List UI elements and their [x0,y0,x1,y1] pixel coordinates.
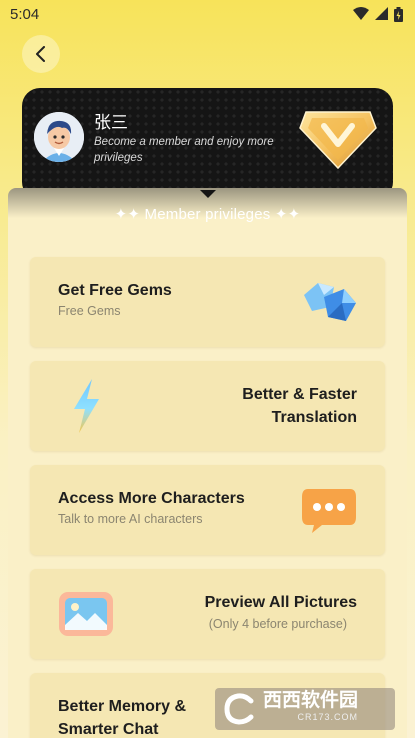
watermark-logo: 西西软件园 CR173.COM [215,688,395,730]
member-card[interactable]: 张三 Become a member and enjoy more privil… [22,88,393,200]
privilege-title: Get Free Gems [58,282,172,299]
privilege-card-gems[interactable]: Get Free Gems Free Gems [30,257,385,347]
privilege-title: Preview All Pictures [204,594,357,611]
watermark-subtext: CR173.COM [297,712,359,722]
avatar[interactable] [34,112,84,162]
user-name: 张三 [94,113,128,132]
privilege-subtitle: (Only 4 before purchase) [208,617,347,631]
watermark-c-icon [224,693,254,725]
privilege-title: Better Memory & Smarter Chat [58,698,187,738]
status-icons [353,6,403,22]
watermark-text: 西西软件园 [263,690,359,711]
card-pointer [200,190,216,198]
battery-icon [394,6,403,22]
privilege-subtitle: Free Gems [58,304,121,318]
wifi-icon [353,7,369,20]
status-bar: 5:04 [0,0,415,28]
privilege-title: Better & Faster Translation [242,386,357,426]
vip-v-badge-icon [299,111,377,170]
member-subtitle: Become a member and enjoy more privilege… [94,136,274,164]
picture-icon [59,592,113,636]
back-button[interactable] [22,35,60,73]
chat-bubble-icon [302,489,356,533]
privilege-card-translation[interactable]: Better & Faster Translation [30,361,385,451]
privilege-card-characters[interactable]: Access More Characters Talk to more AI c… [30,465,385,555]
status-time: 5:04 [10,5,40,23]
privilege-title: Access More Characters [58,490,245,507]
chevron-left-icon [36,46,45,62]
gems-icon [304,283,356,321]
signal-icon [375,7,388,20]
privileges-title: ✦✦ Member privileges ✦✦ [114,206,301,223]
privilege-card-pictures[interactable]: Preview All Pictures (Only 4 before purc… [30,569,385,659]
privilege-subtitle: Talk to more AI characters [58,512,203,526]
lightning-icon [74,379,99,433]
